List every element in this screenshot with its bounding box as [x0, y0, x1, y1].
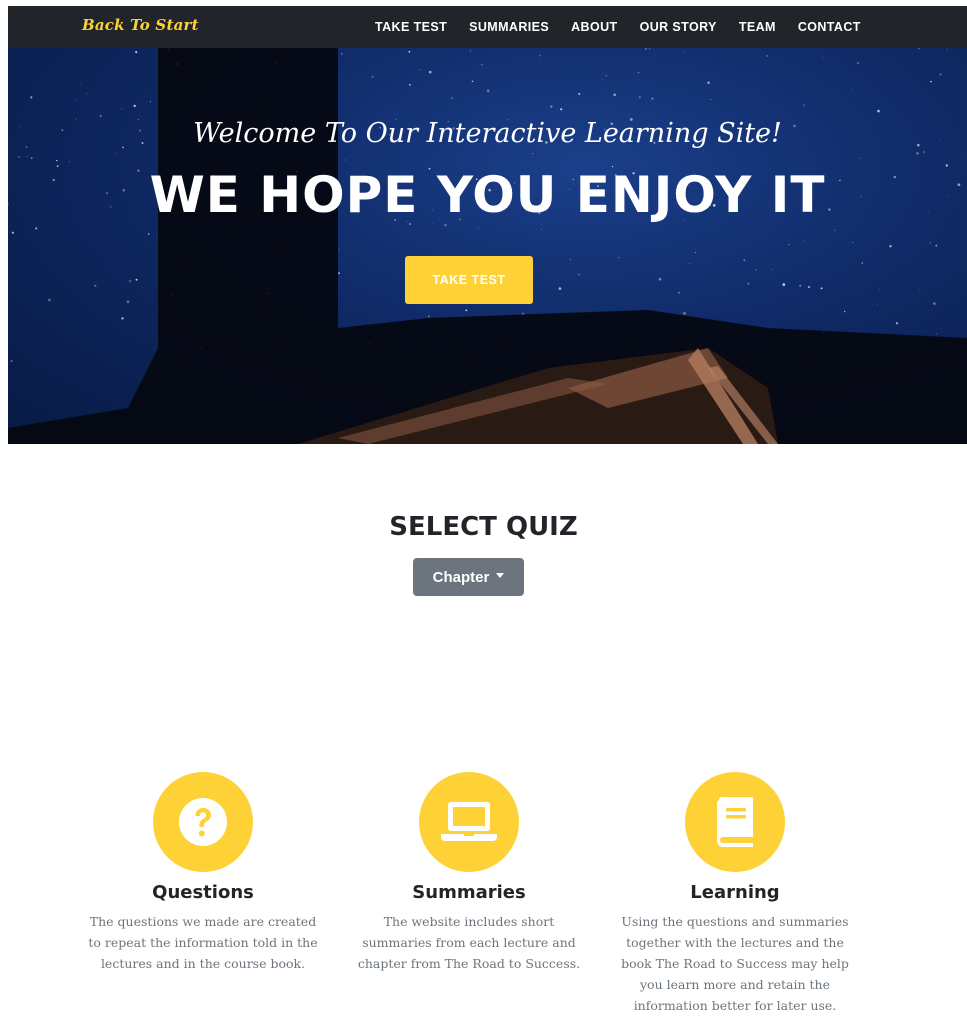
nav-link-team[interactable]: TEAM [739, 20, 776, 34]
feature-title-learning: Learning [690, 882, 780, 903]
chapter-dropdown-button[interactable]: Chapter [413, 558, 524, 596]
feature-learning: Learning Using the questions and summari… [605, 772, 865, 1016]
hero-title: WE HOPE YOU ENJOY IT [149, 166, 826, 224]
chapter-dropdown-label: Chapter [432, 568, 490, 586]
caret-down-icon [496, 572, 505, 578]
navbar: Back To Start TAKE TEST SUMMARIES ABOUT … [8, 6, 967, 48]
hero-subtitle: Welcome To Our Interactive Learning Site… [193, 118, 782, 149]
brand-logo-link[interactable]: Back To Start [82, 16, 199, 34]
nav-link-take-test[interactable]: TAKE TEST [375, 20, 447, 34]
nav-links: TAKE TEST SUMMARIES ABOUT OUR STORY TEAM… [364, 6, 872, 48]
book-icon [685, 772, 785, 872]
nav-link-about[interactable]: ABOUT [571, 20, 617, 34]
feature-title-questions: Questions [152, 882, 254, 903]
hero-section: Welcome To Our Interactive Learning Site… [8, 48, 967, 444]
feature-text-learning: Using the questions and summaries togeth… [621, 914, 849, 1013]
nav-link-summaries[interactable]: SUMMARIES [469, 20, 549, 34]
laptop-icon [419, 772, 519, 872]
feature-text-questions: The questions we made are created to rep… [88, 914, 318, 971]
feature-text-summaries: The website includes short summaries fro… [357, 914, 581, 971]
hero-background-image [8, 48, 967, 444]
feature-title-summaries: Summaries [412, 882, 526, 903]
select-quiz-heading: SELECT QUIZ [389, 512, 578, 542]
question-circle-icon [153, 772, 253, 872]
take-test-button[interactable]: TAKE TEST [405, 256, 533, 304]
feature-questions: Questions The questions we made are crea… [73, 772, 333, 974]
feature-summaries: Summaries The website includes short sum… [339, 772, 599, 974]
nav-link-contact[interactable]: CONTACT [798, 20, 861, 34]
nav-link-our-story[interactable]: OUR STORY [640, 20, 717, 34]
